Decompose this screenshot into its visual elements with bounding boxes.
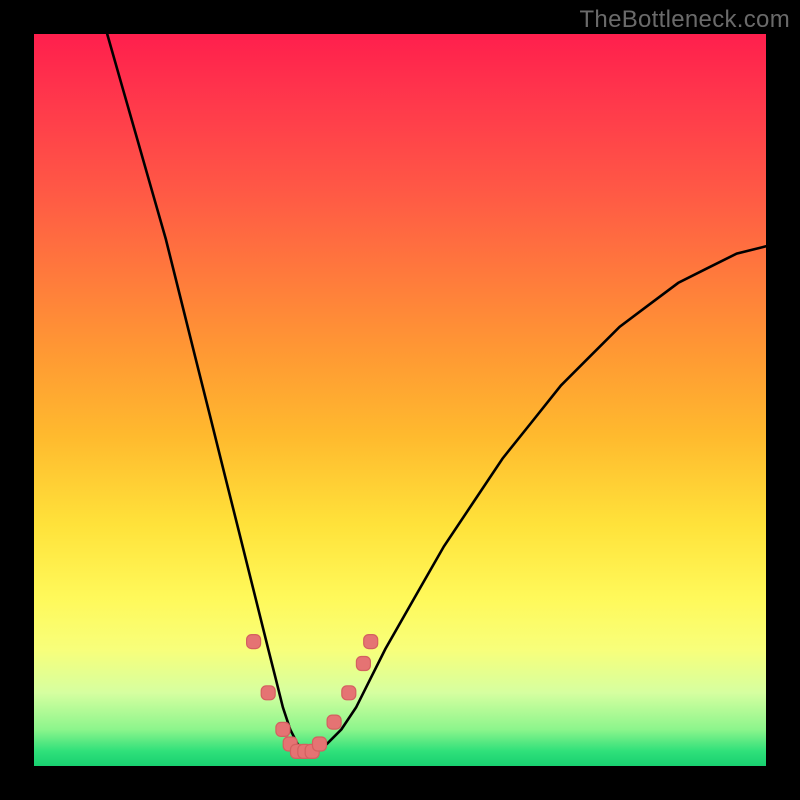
chart-frame: TheBottleneck.com bbox=[0, 0, 800, 800]
plot-area bbox=[34, 34, 766, 766]
curve-marker bbox=[313, 737, 327, 751]
curve-layer bbox=[34, 34, 766, 766]
curve-marker bbox=[356, 657, 370, 671]
curve-marker bbox=[247, 635, 261, 649]
curve-marker bbox=[261, 686, 275, 700]
curve-marker bbox=[342, 686, 356, 700]
curve-marker bbox=[276, 722, 290, 736]
curve-markers bbox=[247, 635, 378, 759]
bottleneck-curve bbox=[107, 34, 766, 751]
curve-marker bbox=[364, 635, 378, 649]
watermark-text: TheBottleneck.com bbox=[579, 6, 790, 34]
curve-marker bbox=[327, 715, 341, 729]
